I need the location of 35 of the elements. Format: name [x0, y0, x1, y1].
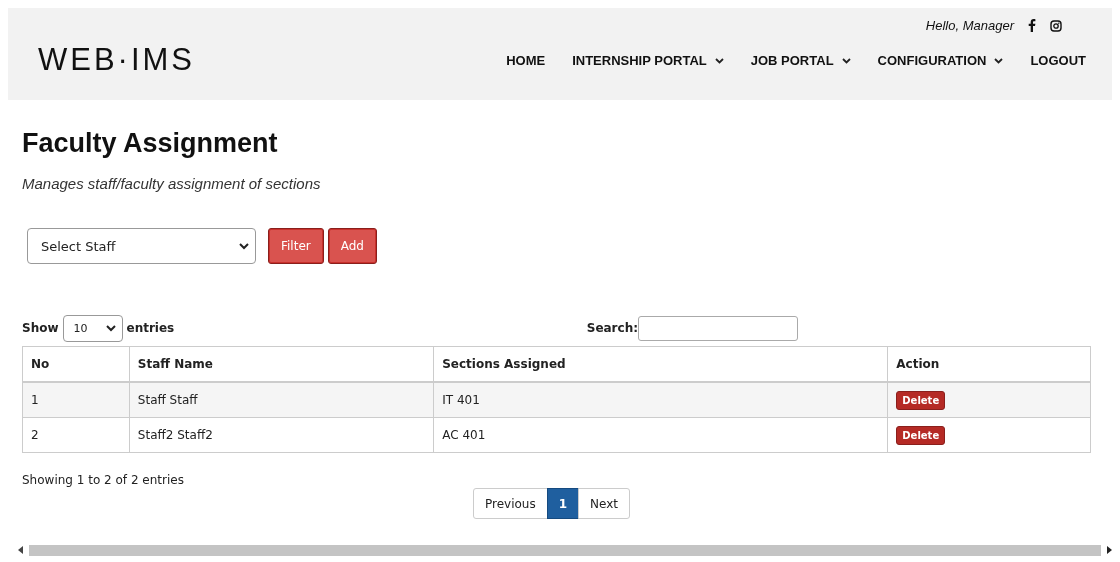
- delete-button[interactable]: Delete: [896, 390, 946, 410]
- nav-link[interactable]: INTERNSHIP PORTAL: [572, 53, 724, 68]
- nav-link[interactable]: LOGOUT: [1030, 53, 1086, 68]
- page-title: Faculty Assignment: [22, 128, 279, 159]
- search-field[interactable]: [638, 315, 798, 341]
- scroll-left-icon[interactable]: [18, 546, 23, 554]
- show-label: Show: [22, 321, 59, 335]
- logo: WEB·IMS: [38, 42, 196, 78]
- instagram-icon[interactable]: [1050, 19, 1062, 32]
- horizontal-scrollbar[interactable]: [18, 544, 1112, 556]
- table-cell: 1: [22, 382, 130, 418]
- chevron-down-icon: [239, 242, 249, 250]
- table-cell: Staff Staff: [129, 382, 434, 418]
- delete-button[interactable]: Delete: [896, 425, 946, 445]
- table-cell: Staff2 Staff2: [129, 417, 434, 453]
- action-button[interactable]: Filter: [268, 228, 324, 264]
- search-label: Search:: [586, 321, 638, 335]
- scroll-right-icon[interactable]: [1107, 546, 1112, 554]
- table-cell: 2: [22, 417, 130, 453]
- greeting: Hello, Manager: [925, 18, 1014, 33]
- table-info: Showing 1 to 2 of 2 entries: [22, 473, 185, 487]
- nav-link[interactable]: CONFIGURATION: [877, 53, 1004, 68]
- table-cell: AC 401: [433, 417, 888, 453]
- nav-link[interactable]: JOB PORTAL: [750, 53, 851, 68]
- pagination-button[interactable]: Next: [578, 488, 630, 519]
- chevron-down-icon: [105, 324, 116, 332]
- entries-label: entries: [126, 321, 175, 335]
- pagination-button[interactable]: Previous: [472, 488, 548, 519]
- page-subtitle: Manages staff/faculty assignment of sections: [22, 175, 322, 192]
- action-button[interactable]: Add: [327, 228, 377, 264]
- facebook-icon[interactable]: [1028, 19, 1036, 32]
- select-dropdown[interactable]: Select Staff: [27, 228, 256, 264]
- table-cell: IT 401: [433, 382, 888, 418]
- nav-link[interactable]: HOME: [506, 53, 546, 68]
- select-dropdown[interactable]: 10: [62, 314, 123, 342]
